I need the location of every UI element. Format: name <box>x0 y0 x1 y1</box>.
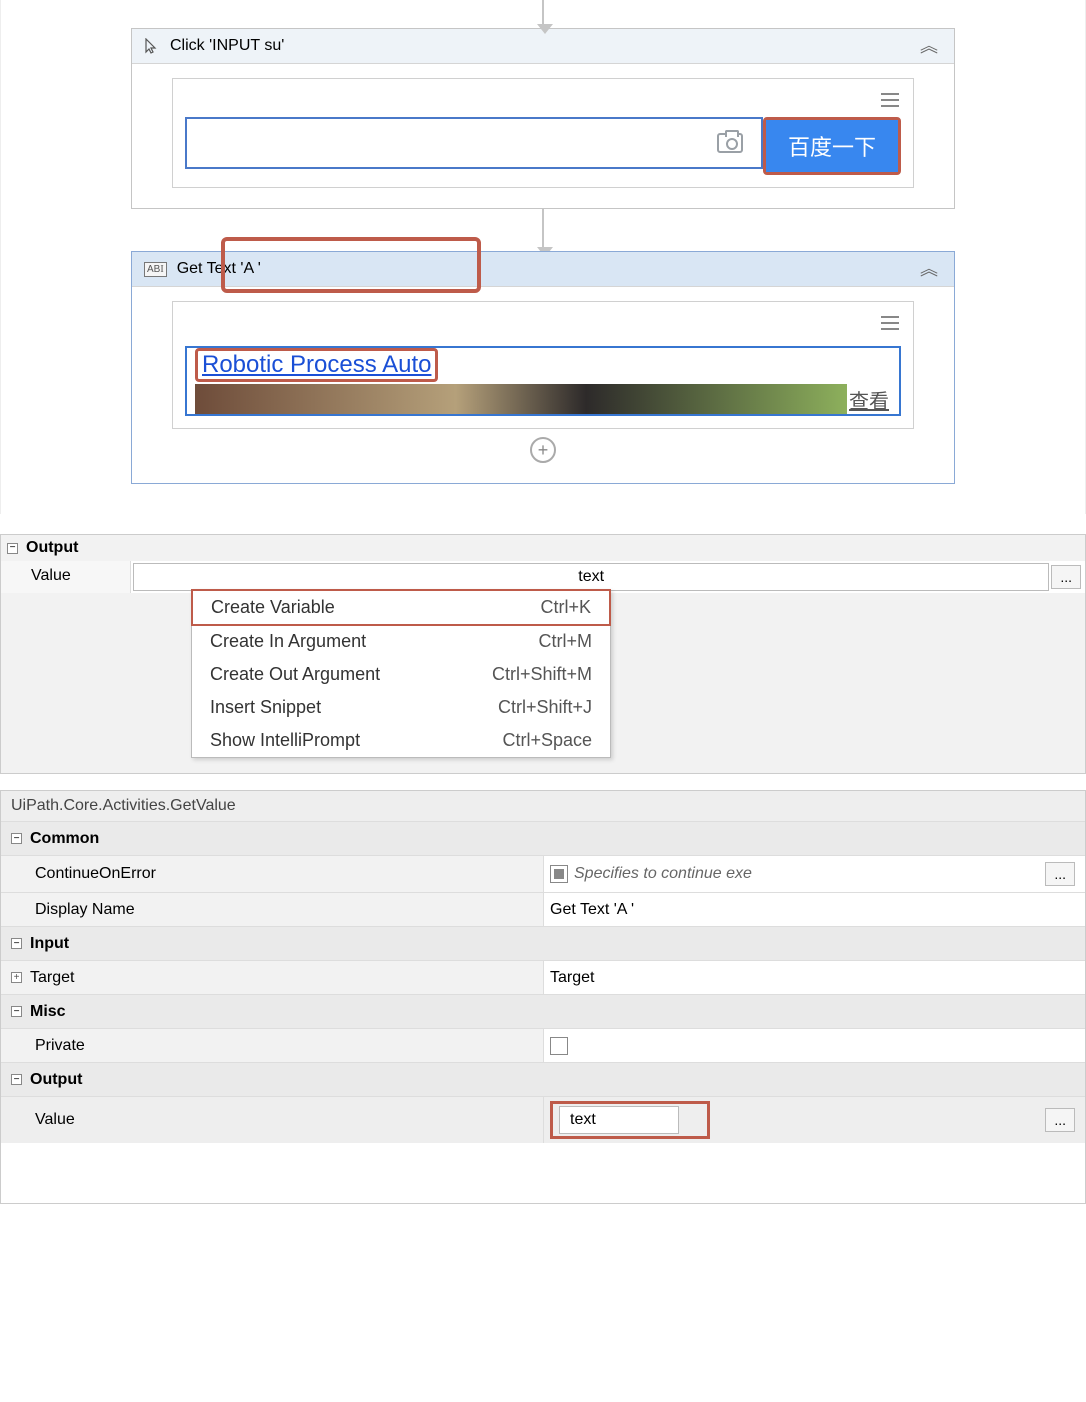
target-selector-frame[interactable]: 百度一下 <box>172 78 914 188</box>
cursor-icon <box>144 38 160 54</box>
activity-gettext-card[interactable]: ABI Get Text 'A ' ︽ Robotic Process Auto <box>131 251 955 484</box>
group-common-label: Common <box>30 830 99 848</box>
activity-class-name: UiPath.Core.Activities.GetValue <box>1 791 1085 821</box>
menu-shortcut: Ctrl+Space <box>502 730 592 751</box>
prop-value-label: Value <box>1 561 131 593</box>
activity-gettext-title: Get Text 'A ' <box>177 260 261 278</box>
activity-click-header[interactable]: Click 'INPUT su' ︽ <box>132 29 954 64</box>
flow-arrow <box>542 209 544 251</box>
group-input[interactable]: −Input <box>1 926 1085 960</box>
group-misc[interactable]: −Misc <box>1 994 1085 1028</box>
menu-create-out-argument[interactable]: Create Out Argument Ctrl+Shift+M <box>192 658 610 691</box>
activity-gettext-body: Robotic Process Auto 查看 + <box>132 287 954 483</box>
activity-click-body: 百度一下 <box>132 64 954 208</box>
prop-value-text[interactable]: Get Text 'A ' <box>550 901 634 919</box>
prop-output-value: Value ... <box>1 1096 1085 1143</box>
menu-shortcut: Ctrl+K <box>540 597 591 618</box>
hamburger-icon[interactable] <box>879 312 901 334</box>
ellipsis-button[interactable]: ... <box>1045 862 1075 886</box>
prop-value-input[interactable] <box>133 563 1049 591</box>
menu-label: Show IntelliPrompt <box>210 730 360 751</box>
collapse-toggle-icon[interactable]: − <box>11 938 22 949</box>
prop-hint: Specifies to continue exe <box>574 865 752 883</box>
group-output-label: Output <box>30 1071 82 1089</box>
flow-arrow <box>542 0 544 28</box>
menu-insert-snippet[interactable]: Insert Snippet Ctrl+Shift+J <box>192 691 610 724</box>
group-output[interactable]: −Output <box>1 1062 1085 1096</box>
highlight-output-value <box>550 1101 710 1139</box>
highlight-create-variable: Create Variable Ctrl+K <box>191 589 611 626</box>
link-preview: Robotic Process Auto 查看 <box>185 346 901 416</box>
menu-label: Insert Snippet <box>210 697 321 718</box>
collapse-toggle-icon[interactable]: − <box>11 833 22 844</box>
properties-output-mini: − Output Value ... Create Variable Ctrl+… <box>0 534 1086 774</box>
activity-gettext-header[interactable]: ABI Get Text 'A ' ︽ <box>132 252 954 287</box>
prop-value-row: Value ... Create Variable Ctrl+K Create … <box>1 561 1085 593</box>
expand-toggle-icon[interactable]: + <box>11 972 22 983</box>
menu-shortcut: Ctrl+Shift+M <box>492 664 592 685</box>
highlight-rpa-link: Robotic Process Auto <box>195 348 438 382</box>
prop-label: ContinueOnError <box>1 856 543 892</box>
output-value-input[interactable] <box>559 1106 679 1134</box>
menu-label: Create Variable <box>211 597 335 618</box>
menu-shortcut: Ctrl+Shift+J <box>498 697 592 718</box>
highlight-baidu-button: 百度一下 <box>763 117 901 175</box>
search-box-preview <box>185 117 763 169</box>
hamburger-icon[interactable] <box>879 89 901 111</box>
prop-label: Display Name <box>1 893 543 926</box>
camera-icon <box>717 133 743 153</box>
thumbnail-image <box>195 384 847 414</box>
menu-show-intelliprompt[interactable]: Show IntelliPrompt Ctrl+Space <box>192 724 610 757</box>
activity-click-title: Click 'INPUT su' <box>170 37 284 55</box>
prop-continue-on-error: ContinueOnError Specifies to continue ex… <box>1 855 1085 892</box>
group-output-label: Output <box>26 539 78 557</box>
menu-label: Create Out Argument <box>210 664 380 685</box>
checkbox-continue-on-error[interactable] <box>550 865 568 883</box>
properties-panel: UiPath.Core.Activities.GetValue −Common … <box>0 790 1086 1204</box>
context-menu: Create Variable Ctrl+K Create In Argumen… <box>191 589 611 758</box>
menu-shortcut: Ctrl+M <box>539 631 593 652</box>
group-common[interactable]: −Common <box>1 821 1085 855</box>
collapse-toggle-icon[interactable]: − <box>11 1074 22 1085</box>
target-selector-frame[interactable]: Robotic Process Auto 查看 <box>172 301 914 429</box>
collapse-icon[interactable]: ︽ <box>916 35 942 57</box>
menu-create-in-argument[interactable]: Create In Argument Ctrl+M <box>192 625 610 658</box>
prop-value-text[interactable]: Target <box>550 969 594 987</box>
baidu-search-button[interactable]: 百度一下 <box>766 120 898 172</box>
add-activity-button[interactable]: + <box>530 437 556 463</box>
menu-label: Create In Argument <box>210 631 366 652</box>
prop-target: + Target Target <box>1 960 1085 994</box>
ellipsis-button[interactable]: ... <box>1045 1108 1075 1132</box>
checkbox-private[interactable] <box>550 1037 568 1055</box>
prop-label: Value <box>1 1097 543 1143</box>
prop-display-name: Display Name Get Text 'A ' <box>1 892 1085 926</box>
rpa-link[interactable]: Robotic Process Auto <box>202 351 431 379</box>
prop-label: Target <box>30 969 74 987</box>
collapse-icon[interactable]: ︽ <box>916 258 942 280</box>
menu-create-variable[interactable]: Create Variable Ctrl+K <box>193 591 609 624</box>
collapse-toggle-icon[interactable]: − <box>7 543 18 554</box>
prop-label: Private <box>1 1029 543 1062</box>
group-misc-label: Misc <box>30 1003 66 1021</box>
prop-private: Private <box>1 1028 1085 1062</box>
collapse-toggle-icon[interactable]: − <box>11 1006 22 1017</box>
workflow-designer: Click 'INPUT su' ︽ 百度一下 <box>0 0 1086 514</box>
group-input-label: Input <box>30 935 69 953</box>
view-label[interactable]: 查看 <box>847 385 891 414</box>
text-icon: ABI <box>144 262 167 277</box>
group-output[interactable]: − Output <box>1 535 1085 561</box>
activity-click-card[interactable]: Click 'INPUT su' ︽ 百度一下 <box>131 28 955 209</box>
ellipsis-button[interactable]: ... <box>1051 565 1081 589</box>
